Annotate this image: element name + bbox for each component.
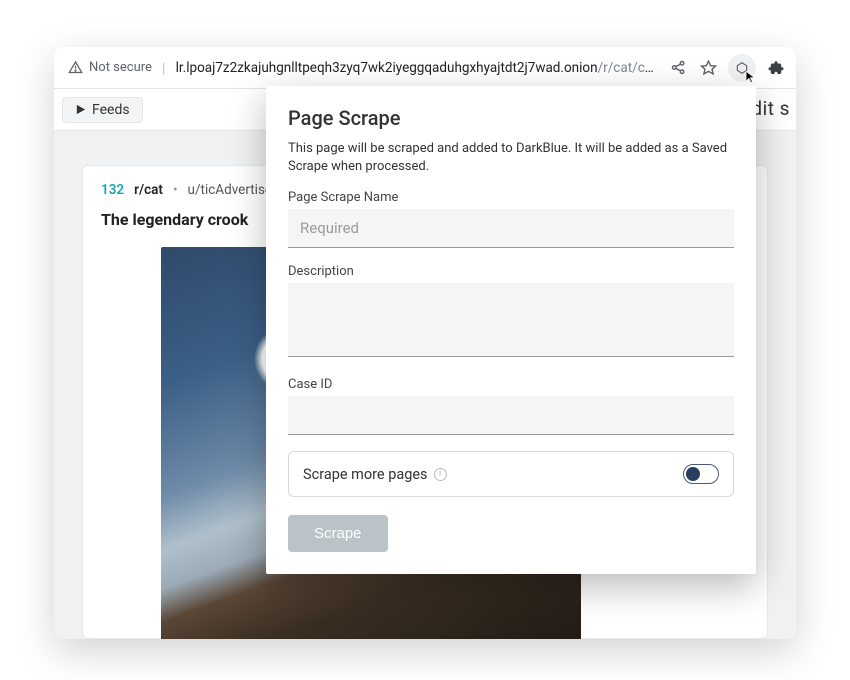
extension-popup: Page Scrape This page will be scraped an… (266, 86, 756, 574)
addressbar-separator: | (162, 59, 166, 77)
cursor-icon (744, 70, 758, 84)
url-path: /r/cat/comments/1… (598, 60, 660, 76)
meta-separator: • (173, 182, 178, 198)
play-icon (75, 104, 86, 115)
info-icon[interactable]: i (434, 468, 447, 481)
toggle-knob (686, 467, 700, 481)
post-author[interactable]: u/ticAdvertiser (188, 182, 277, 198)
post-subreddit[interactable]: r/cat (134, 182, 163, 198)
address-bar: Not secure | lr.lpoaj7z2zkajuhgnlltpeqh3… (54, 47, 796, 89)
scrape-more-toggle-row: Scrape more pages i (288, 451, 734, 497)
scrape-name-label: Page Scrape Name (288, 190, 734, 205)
feeds-label: Feeds (92, 102, 130, 118)
feeds-button[interactable]: Feeds (62, 97, 143, 123)
scrape-name-input[interactable] (288, 209, 734, 248)
edit-text-fragment: dit s (751, 97, 790, 120)
security-indicator[interactable]: Not secure (68, 60, 152, 75)
description-input[interactable] (288, 283, 734, 357)
popup-description: This page will be scraped and added to D… (288, 140, 734, 176)
toggle-label: Scrape more pages (303, 466, 428, 483)
post-score: 132 (101, 182, 124, 198)
url-text[interactable]: lr.lpoaj7z2zkajuhgnlltpeqh3zyq7wk2iyeggq… (176, 60, 660, 76)
warning-icon (68, 60, 83, 75)
scrape-more-toggle[interactable] (683, 464, 719, 484)
caseid-label: Case ID (288, 377, 734, 392)
popup-title: Page Scrape (288, 106, 734, 130)
extensions-puzzle-icon[interactable] (766, 58, 786, 78)
star-icon[interactable] (698, 58, 718, 78)
description-label: Description (288, 264, 734, 279)
extension-button-active[interactable] (728, 54, 756, 82)
caseid-input[interactable] (288, 396, 734, 435)
addressbar-actions (668, 54, 786, 82)
share-icon[interactable] (668, 58, 688, 78)
security-label: Not secure (89, 60, 152, 75)
scrape-button[interactable]: Scrape (288, 515, 388, 552)
url-host: lr.lpoaj7z2zkajuhgnlltpeqh3zyq7wk2iyeggq… (176, 60, 598, 76)
